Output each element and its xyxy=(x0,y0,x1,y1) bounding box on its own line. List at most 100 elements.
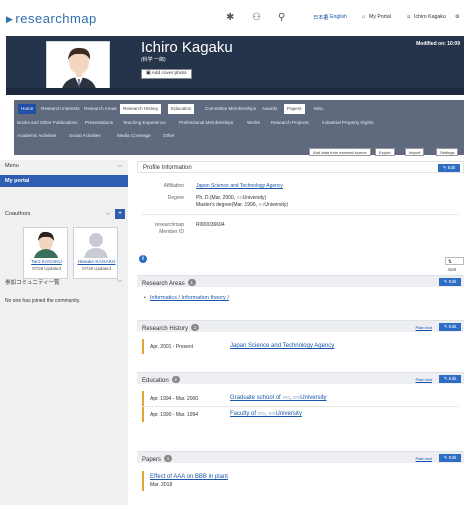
people-icon[interactable]: ⚇ xyxy=(252,12,261,23)
add-cover-photo-button[interactable]: ▣ Add cover photo xyxy=(141,69,192,79)
coauthor-card[interactable]: Hanako KAGAKU 07/28 Updated xyxy=(73,227,118,279)
tab-other[interactable]: Other xyxy=(160,131,178,141)
community-header[interactable]: 参加コミュニティ一覧 ⌵ xyxy=(0,278,128,286)
tab-books[interactable]: Books and Other Publications xyxy=(14,118,81,128)
chevron-down-icon: ⌵ xyxy=(105,211,110,217)
community-empty-message: No one has joined the community. xyxy=(5,298,81,304)
member-id-label-2: Member ID xyxy=(159,229,184,235)
divider xyxy=(142,214,459,215)
tab-social-activities[interactable]: Social Activities xyxy=(66,131,104,141)
left-sidebar: Menu ⌵ My portal Coauthors ⌵ + Taro KAGAKU… xyxy=(0,160,128,505)
tab-research-areas[interactable]: Research Areas xyxy=(81,104,120,114)
edit-research-areas-button[interactable]: ✎ Edit xyxy=(439,278,461,286)
banner-stripe xyxy=(6,88,464,95)
sidebar-item-my-portal[interactable]: My portal xyxy=(0,175,128,187)
edit-profile-button[interactable]: ✎ Edit xyxy=(438,164,460,172)
item-date: Apr. 2001 - Present xyxy=(150,344,194,350)
export-button[interactable]: Export xyxy=(375,148,395,156)
edit-education-button[interactable]: ✎ Edit xyxy=(439,375,461,383)
affiliation-label: Affiliation xyxy=(163,183,184,189)
list-item: Apr. 1990 - Mar. 1994 Faculty of ○○, ○○U… xyxy=(142,407,459,422)
profile-kana: (科学 一郎) xyxy=(141,57,166,63)
top-bar: ▶ researchmap ✱ ⚇ ⚲ 日本語 | English ⌂ My Po… xyxy=(0,0,464,36)
tab-home[interactable]: Home xyxy=(18,104,37,114)
user-icon[interactable]: ☺ xyxy=(406,14,411,20)
section-nav: Home Research Interests Research Areas R… xyxy=(14,100,464,155)
plain-text-link[interactable]: Plain text xyxy=(416,456,432,461)
tab-research-projects[interactable]: Research Projects xyxy=(268,118,312,128)
settings-gear-icon[interactable]: ⚙ xyxy=(455,14,460,20)
add-external-data-button[interactable]: Add data from external source xyxy=(309,148,371,156)
sort-icon: ⇅ xyxy=(448,259,452,264)
tab-presentations[interactable]: Presentations xyxy=(82,118,116,128)
coauthor-updated: 07/28 Updated xyxy=(82,266,111,271)
researchmap-logo[interactable]: ▶ researchmap xyxy=(6,11,97,26)
user-menu[interactable]: Ichiro Kagaku xyxy=(414,14,446,20)
coauthors-header[interactable]: Coauthors ⌵ xyxy=(0,211,128,217)
lang-separator: | xyxy=(325,14,327,20)
count-badge: 1 xyxy=(191,324,200,331)
member-id-label: researchmap xyxy=(154,222,184,228)
tab-professional-memberships[interactable]: Professional Memberships xyxy=(176,118,236,128)
bullet: • xyxy=(144,295,146,301)
tab-research-history[interactable]: Research History xyxy=(120,104,162,114)
list-item: Apr. 2001 - Present Japan Science and Te… xyxy=(142,339,459,354)
menu-header[interactable]: Menu ⌵ xyxy=(0,163,128,169)
research-areas-header: Research Areas 1 ✎ Edit xyxy=(137,275,464,287)
tab-awards[interactable]: Awards xyxy=(259,104,280,114)
tab-education[interactable]: Education xyxy=(168,104,195,114)
degree-label: Degree xyxy=(167,195,184,201)
paper-title-link[interactable]: Effect of AAA on BBB in plant xyxy=(150,474,228,480)
education-header: Education 2 Plain text ✎ Edit xyxy=(137,372,464,384)
tab-papers[interactable]: Papers xyxy=(284,104,305,114)
edit-papers-button[interactable]: ✎ Edit xyxy=(439,454,461,462)
profile-banner: Ichiro Kagaku (科学 一郎) ▣ Add cover photo … xyxy=(6,36,464,95)
lang-english-link[interactable]: English xyxy=(330,14,347,20)
plain-text-link[interactable]: Plain text xyxy=(416,377,432,382)
plain-text-link[interactable]: Plain text xyxy=(416,325,432,330)
tab-teaching-experience[interactable]: Teaching Experience xyxy=(120,118,169,128)
list-item: Effect of AAA on BBB in plant Mar. 2018 xyxy=(142,471,459,491)
my-portal-link[interactable]: My Portal xyxy=(369,14,391,20)
tab-academic-activities[interactable]: Academic Activities xyxy=(14,131,59,141)
tab-misc[interactable]: Misc. xyxy=(311,104,328,114)
avatar[interactable] xyxy=(46,41,110,93)
item-date: Apr. 1990 - Mar. 1994 xyxy=(150,412,199,418)
item-title-link[interactable]: Japan Science and Technology Agency xyxy=(230,343,334,349)
sort-button[interactable]: ⇅ Sort xyxy=(445,257,464,272)
settings-button[interactable]: Settings xyxy=(436,148,459,156)
info-icon[interactable]: i xyxy=(139,255,147,263)
chevron-down-icon: ⌵ xyxy=(117,278,122,284)
tab-committee-memberships[interactable]: Committee Memberships xyxy=(202,104,259,114)
coauthor-card[interactable]: Taro KAGAKU 07/28 Updated xyxy=(23,227,68,279)
coauthor-avatar xyxy=(34,231,58,258)
placeholder-avatar-icon xyxy=(84,233,108,258)
member-id-value: R000036694 xyxy=(196,222,225,228)
coauthor-name[interactable]: Taro KAGAKU xyxy=(24,260,69,265)
home-icon[interactable]: ⌂ xyxy=(362,14,365,20)
coauthor-name[interactable]: Hanako KAGAKU xyxy=(74,260,119,265)
papers-header: Papers 1 Plain text ✎ Edit xyxy=(137,451,464,463)
import-button[interactable]: Import xyxy=(405,148,425,156)
degree-1: Ph. D.(Mar. 2000, ○○University) xyxy=(196,195,267,201)
person-avatar-illustration xyxy=(61,47,97,93)
tab-works[interactable]: Works xyxy=(244,118,263,128)
profile-info-header: Profile Information ✎ Edit xyxy=(137,161,464,173)
research-area-link[interactable]: Informatics / Information theory / xyxy=(150,295,229,301)
coauthor-updated: 07/28 Updated xyxy=(32,266,61,271)
modified-timestamp: Modified on: 10:09 xyxy=(416,41,460,47)
paper-date: Mar. 2018 xyxy=(150,482,173,488)
notification-icon[interactable]: ✱ xyxy=(226,12,234,23)
chevron-down-icon: ⌵ xyxy=(117,163,122,169)
edit-research-history-button[interactable]: ✎ Edit xyxy=(439,323,461,331)
add-coauthor-button[interactable]: + xyxy=(115,209,125,219)
tab-media-coverage[interactable]: Media Coverage xyxy=(114,131,154,141)
list-item: Apr. 1994 - Mar. 2000 Graduate school of… xyxy=(142,391,459,406)
tab-industrial-property-rights[interactable]: Industrial Property Rights xyxy=(319,118,377,128)
item-title-link[interactable]: Graduate school of ○○, ○○University xyxy=(230,395,327,401)
affiliation-link[interactable]: Japan Science and Technology Agency xyxy=(196,183,283,189)
item-title-link[interactable]: Faculty of ○○, ○○University xyxy=(230,411,302,417)
degree-2: Master's degree(Mar. 1996, ○○University) xyxy=(196,202,289,208)
share-icon[interactable]: ⚲ xyxy=(278,12,285,23)
tab-research-interests[interactable]: Research Interests xyxy=(38,104,83,114)
